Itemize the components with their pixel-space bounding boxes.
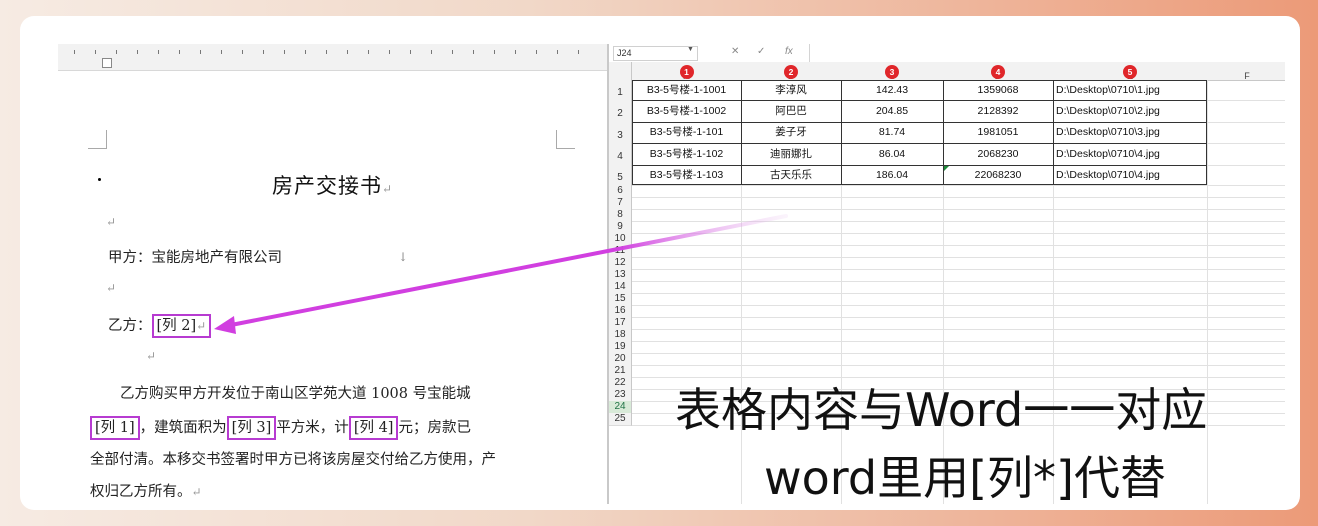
line-party-a[interactable]: 甲方：宝能房地产有限公司 [108,246,282,267]
row-gridline [632,281,1285,282]
row-header-1[interactable]: 1 [609,80,632,101]
column-marker-3: 3 [885,65,899,79]
row-gridline [632,221,1285,222]
paragraph-mark: ↵ [191,485,202,499]
row-gridline [632,365,1285,366]
margin-corner-right [556,130,575,149]
down-arrow-icon: ↓ [398,250,409,264]
body-line-1-text: 乙方购买甲方开发位于南山区学苑大道 1008 号宝能城 [120,386,471,402]
row-gridline [632,341,1285,342]
data-col-border [841,80,842,185]
row-header-25[interactable]: 25 [609,413,632,426]
row-header-4[interactable]: 4 [609,143,632,166]
placeholder-col1[interactable]: [列 1] [90,416,140,440]
data-col-border [741,80,742,185]
column-marker-4: 4 [991,65,1005,79]
body-line-2-part-a: ，建筑面积为 [139,420,227,436]
empty-line-2[interactable]: ↵ [106,280,116,296]
paragraph-mark: ↵ [106,215,117,229]
chevron-down-icon[interactable]: ▼ [687,46,694,53]
screenshot-area: 房产交接书↵ ↵ 甲方：宝能房地产有限公司 ↓ ↵ 乙方： [列 2]↵ ↵ 乙方… [58,44,1285,504]
row-gridline [632,269,1285,270]
row-gridline [632,329,1285,330]
row-gridline [632,185,1285,186]
row-gridline [632,209,1285,210]
row-gridline [632,245,1285,246]
data-col-border [1053,80,1054,185]
row-gridline [632,353,1285,354]
body-line-2-part-c: 元；房款已 [398,420,471,436]
column-marker-5: 5 [1123,65,1137,79]
data-row-border [632,143,1207,144]
body-line-3[interactable]: 全部付清。本移交书签署时甲方已将该房屋交付给乙方使用，产 [90,448,560,469]
data-row-border [632,165,1207,166]
formula-input[interactable] [809,44,1285,62]
column-marker-2: 2 [784,65,798,79]
error-indicator-icon[interactable] [944,166,949,171]
data-row-border [632,100,1207,101]
row-header-2[interactable]: 2 [609,100,632,123]
paragraph-mark: ↵ [196,319,207,333]
party-b-label: 乙方： [108,318,152,334]
paragraph-mark: ↵ [381,182,394,196]
empty-line-1[interactable]: ↵ [106,214,116,230]
row-header-5[interactable]: 5 [609,165,632,186]
caption-line-1: 表格内容与Word一一对应 [675,383,1208,437]
document-title-text: 房产交接书 [271,174,382,198]
row-gridline [632,317,1285,318]
body-line-2[interactable]: [列 1] ，建筑面积为 [列 3] 平方米，计 [列 4] 元；房款已 [90,416,560,440]
column-gridline [1207,80,1208,504]
placeholder-col2[interactable]: [列 2]↵ [151,314,212,338]
row-gridline [632,293,1285,294]
body-line-1[interactable]: 乙方购买甲方开发位于南山区学苑大道 1008 号宝能城 [90,382,560,403]
party-a-label: 甲方： [108,250,152,266]
row-gridline [632,233,1285,234]
word-document-pane[interactable]: 房产交接书↵ ↵ 甲方：宝能房地产有限公司 ↓ ↵ 乙方： [列 2]↵ ↵ 乙方… [58,44,607,504]
line-party-b[interactable]: 乙方： [列 2]↵ [108,314,212,338]
indent-marker[interactable] [102,58,112,68]
horizontal-ruler[interactable] [58,44,607,71]
caption-line-2: word里用[列*]代替 [764,451,1166,504]
placeholder-col4[interactable]: [列 4] [348,416,399,440]
data-row-border [632,122,1207,123]
content-card: 房产交接书↵ ↵ 甲方：宝能房地产有限公司 ↓ ↵ 乙方： [列 2]↵ ↵ 乙方… [20,16,1300,510]
paragraph-mark: ↵ [146,349,157,363]
name-box[interactable]: J24 [613,46,698,61]
column-marker-1: 1 [679,65,694,79]
function-icon[interactable]: fx [785,46,793,57]
cancel-icon[interactable]: ✕ [731,46,739,57]
row-gridline [632,257,1285,258]
formula-bar: J24 ▼ ✕ ✓ fx [609,44,1285,63]
body-line-4[interactable]: 权归乙方所有。↵ [90,480,560,501]
party-a-value: 宝能房地产有限公司 [151,250,283,266]
select-all-corner[interactable] [609,62,632,81]
placeholder-col3[interactable]: [列 3] [226,416,277,440]
row-header-3[interactable]: 3 [609,122,632,144]
paragraph-mark: ↵ [106,281,117,295]
body-line-3-text: 全部付清。本移交书签署时甲方已将该房屋交付给乙方使用，产 [90,452,496,468]
body-line-4-text: 权归乙方所有。 [90,484,192,500]
empty-line-3[interactable]: ↵ [146,348,156,364]
body-line-2-part-b: 平方米，计 [276,420,349,436]
data-range-border [632,80,1207,185]
row-gridline [632,197,1285,198]
ruler-ticks [74,50,599,54]
margin-corner-left [88,130,107,149]
document-title[interactable]: 房产交接书↵ [58,170,607,200]
placeholder-col2-text: [列 2] [156,318,197,334]
confirm-icon[interactable]: ✓ [757,46,765,57]
row-gridline [632,305,1285,306]
column-header-f[interactable]: F [1207,62,1285,81]
